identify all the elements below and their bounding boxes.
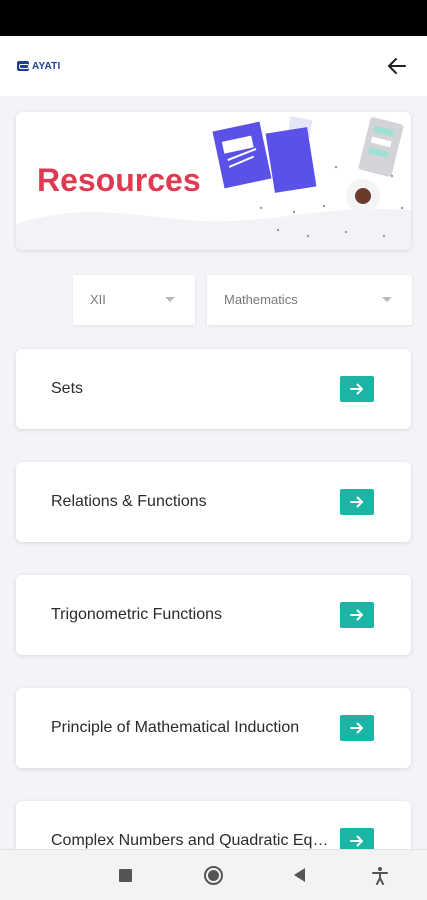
system-navigation-bar: [0, 849, 427, 900]
chevron-down-icon: [165, 297, 175, 302]
chapter-card[interactable]: Sets: [16, 349, 411, 429]
arrow-right-icon: [350, 383, 363, 395]
open-chapter-button[interactable]: [340, 489, 374, 515]
open-chapter-button[interactable]: [340, 715, 374, 741]
documents-illustration-icon: [212, 116, 404, 238]
back-arrow-icon[interactable]: [384, 53, 410, 79]
back-triangle-icon[interactable]: [294, 868, 305, 882]
open-chapter-button[interactable]: [340, 376, 374, 402]
accessibility-icon[interactable]: [371, 866, 389, 886]
chapter-card[interactable]: Relations & Functions: [16, 462, 411, 542]
class-dropdown[interactable]: XII: [73, 275, 195, 325]
subject-dropdown-value: Mathematics: [224, 292, 298, 307]
page-title: Resources: [37, 162, 201, 198]
chapter-card[interactable]: Trigonometric Functions: [16, 575, 411, 655]
chapter-label: Trigonometric Functions: [51, 606, 223, 623]
recents-square-icon[interactable]: [119, 869, 132, 882]
subject-dropdown[interactable]: Mathematics: [207, 275, 412, 325]
chapter-label: Relations & Functions: [51, 493, 207, 510]
class-dropdown-value: XII: [90, 292, 106, 307]
home-circle-icon[interactable]: [204, 866, 223, 885]
chapter-label: Complex Numbers and Quadratic Equations: [51, 832, 336, 849]
logo-mark-icon: [17, 61, 29, 71]
resources-banner: Resources: [16, 112, 411, 250]
arrow-right-icon: [350, 835, 363, 847]
logo-text: AYATI: [32, 60, 61, 72]
chapter-label: Sets: [51, 380, 84, 397]
status-bar: [0, 0, 427, 36]
app-bar: AYATI: [0, 36, 427, 96]
chapter-card[interactable]: Principle of Mathematical Induction: [16, 688, 411, 768]
app-logo: AYATI: [17, 59, 60, 73]
arrow-right-icon: [350, 722, 363, 734]
arrow-right-icon: [350, 496, 363, 508]
open-chapter-button[interactable]: [340, 602, 374, 628]
arrow-right-icon: [350, 609, 363, 621]
chapter-label: Principle of Mathematical Induction: [51, 719, 300, 736]
chevron-down-icon: [382, 297, 392, 302]
